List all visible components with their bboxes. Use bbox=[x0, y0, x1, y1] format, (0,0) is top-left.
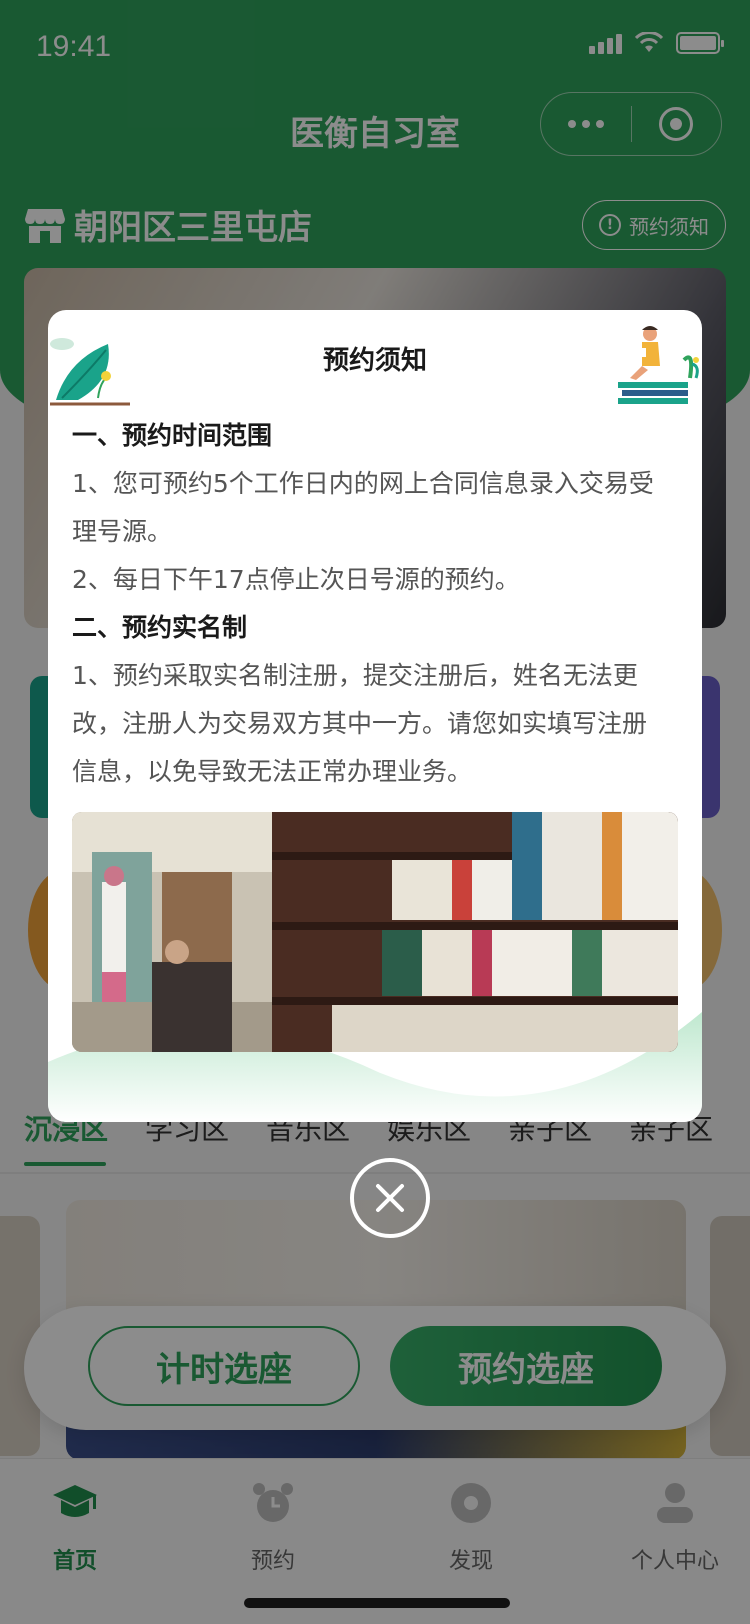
library-photo bbox=[72, 812, 678, 1052]
home-indicator bbox=[244, 1598, 510, 1608]
close-icon bbox=[376, 1184, 404, 1212]
modal-title: 预约须知 bbox=[322, 346, 427, 376]
section-heading: 二、预约实名制 bbox=[72, 613, 248, 642]
rule-line: 改，注册人为交易双方其中一方。请您如实填写注册 bbox=[72, 709, 648, 738]
booking-notice-modal: 预约须知 一、预约时间范围 1、您可预约5个工作日内的网上合同信息录入交易受 理… bbox=[48, 310, 702, 1122]
notice-content: 一、预约时间范围 1、您可预约5个工作日内的网上合同信息录入交易受 理号源。 2… bbox=[72, 412, 678, 796]
close-modal-button[interactable] bbox=[350, 1158, 430, 1238]
rule-line: 2、每日下午17点停止次日号源的预约。 bbox=[72, 565, 520, 594]
rule-line: 理号源。 bbox=[72, 517, 173, 546]
rule-line: 信息，以免导致无法正常办理业务。 bbox=[72, 757, 473, 786]
section-heading: 一、预约时间范围 bbox=[72, 421, 273, 450]
rule-line: 1、预约采取实名制注册，提交注册后，姓名无法更 bbox=[72, 661, 638, 690]
rule-line: 1、您可预约5个工作日内的网上合同信息录入交易受 bbox=[72, 469, 654, 498]
